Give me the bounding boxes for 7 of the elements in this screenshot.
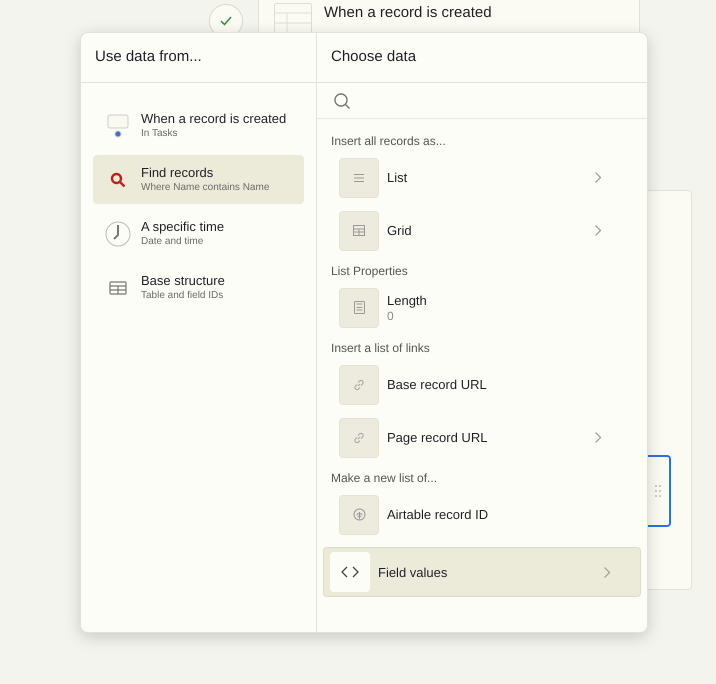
panel-title: Use data from... [95,47,202,68]
panel-title: Choose data [331,47,416,68]
section-label: List Properties [331,263,408,279]
card-title: When a record is created [324,3,492,23]
section-label: Insert all records as... [331,133,446,149]
section-label: Insert a list of links [331,340,430,356]
section-label: Make a new list of... [331,470,438,486]
